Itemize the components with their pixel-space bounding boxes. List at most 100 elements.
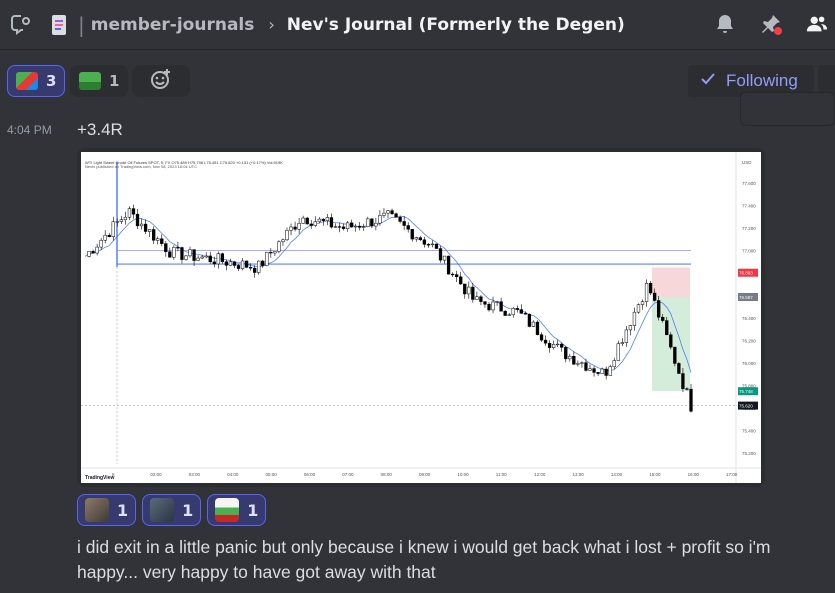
candle-body [620,342,624,344]
y-tick-label: 77.400 [742,204,756,209]
candle-body [188,249,192,257]
reaction-avatar-2[interactable]: 1 [142,494,202,526]
message-timestamp: 4:04 PM [7,123,52,137]
candle-body [297,223,301,230]
threads-icon[interactable] [8,13,32,37]
candle-body [418,237,422,241]
candle-body [519,309,523,314]
candle-body [184,255,188,260]
candle-body [491,301,495,311]
candle-body [345,222,350,229]
candle-body [434,243,439,249]
x-tick-label: 08:00 [381,472,393,477]
candle-body [325,217,330,221]
x-tick-label: 14:00 [611,472,623,477]
candle-body [321,218,326,221]
candle-body [527,313,532,327]
candle-body [139,223,144,227]
candle-body [495,301,499,303]
candle-body [564,347,568,360]
avatar-emoji-2 [150,498,175,522]
candle-body [337,226,342,228]
candle-body [471,286,475,300]
candle-body [277,241,281,252]
check-icon [700,71,716,91]
candle-body [592,368,596,373]
candle-body [131,208,136,215]
x-tick-label: 13:00 [573,472,585,477]
reaction-nev[interactable]: 1 [207,494,267,526]
y-tick-label: 75.200 [742,451,756,456]
members-icon[interactable] [805,12,829,36]
x-tick-label: 02:00 [150,472,162,477]
candle-body [244,260,249,268]
y-tick-label: 76.000 [742,361,756,366]
candle-body [402,221,406,226]
candle-body [135,213,140,227]
candle-body [99,239,103,248]
x-tick-label: 04:00 [227,472,239,477]
message-hover-toolbar[interactable] [740,92,835,126]
candle-body [91,250,95,254]
candle-body [487,304,491,311]
tradingview-logo: TradingView [85,475,114,481]
candle-body [313,221,317,226]
candle-body [208,255,212,263]
pin-icon[interactable] [759,12,783,36]
reaction-pepe-gamer[interactable]: 3 [7,65,66,97]
candle-body [652,292,657,301]
candle-body [293,226,297,230]
y-tick-label: 76.400 [742,316,756,321]
candle-body [374,222,378,227]
reaction-count: 1 [182,500,194,520]
candle-body [87,250,91,257]
x-tick-label: 11:00 [496,472,507,477]
candle-body [547,342,552,348]
reaction-pepe[interactable]: 1 [70,65,129,97]
candle-body [394,213,398,218]
candle-body [289,226,293,231]
stop-price-label: 76.803 [739,271,753,276]
chart-attachment[interactable]: 77.60077.40077.20077.00076.80076.60076.4… [77,148,765,487]
candle-body [398,217,402,222]
candle-body [531,321,536,327]
candle-body [560,343,564,348]
candle-body [511,308,515,316]
candle-body [386,210,390,214]
candle-body [406,225,410,230]
message-text: +3.4R [77,120,123,139]
candle-body [661,316,665,321]
following-label: Following [726,71,798,90]
candle-body [442,255,447,261]
candle-body [503,310,507,316]
candle-body [677,363,681,374]
candle-body [309,223,313,226]
reaction-count: 1 [247,500,259,520]
candle-body [354,225,358,228]
candle-body [265,251,269,266]
candle-body [665,320,669,336]
pepe-gamer-emoji [16,72,38,90]
breadcrumb-channel[interactable]: member-journals [91,15,255,35]
target-price-label: 75.748 [739,389,753,394]
reaction-avatar-1[interactable]: 1 [77,494,137,526]
candle-body [329,217,334,228]
pepe-emoji [79,72,101,90]
x-tick-label: 17:00 [726,472,738,477]
reaction-count: 3 [46,72,57,90]
y-unit-label: USD [742,160,752,165]
candle-body [232,261,237,266]
x-tick-label: 03:00 [189,472,201,477]
add-reaction-button[interactable] [132,65,190,97]
bell-icon[interactable] [713,12,737,36]
reaction-count: 1 [117,500,129,520]
candle-body [253,267,257,273]
candle-body [673,346,677,364]
candle-body [224,261,229,266]
candle-body [152,229,156,241]
candle-body [261,260,265,266]
candle-body [156,238,160,241]
candle-body [341,226,346,229]
candle-body [212,261,216,265]
candle-body [390,210,394,215]
